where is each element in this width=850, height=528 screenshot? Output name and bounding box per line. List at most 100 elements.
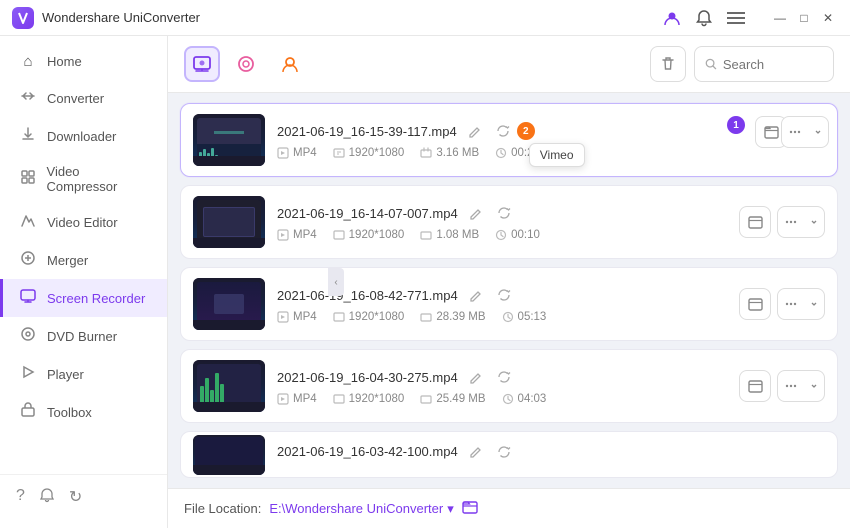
- sidebar-item-converter[interactable]: Converter: [0, 79, 167, 117]
- main-layout: ⌂ Home Converter Downloader Video Compre…: [0, 36, 850, 528]
- file-thumb-3: [193, 278, 265, 330]
- badge-count-1: 2: [517, 122, 535, 140]
- convert-icon-2[interactable]: [494, 203, 514, 223]
- file-info-3: 2021-06-19_16-08-42-771.mp4 MP4: [277, 285, 727, 323]
- dvd-icon: [19, 326, 37, 346]
- sidebar-label-compressor: Video Compressor: [47, 164, 151, 194]
- file-size-3: 28.39 MB: [436, 311, 485, 323]
- more-options-button-3[interactable]: [777, 288, 825, 320]
- save-folder-button-3[interactable]: [739, 288, 771, 320]
- sidebar-bottom: ? ↻: [0, 474, 167, 520]
- sidebar-label-toolbox: Toolbox: [47, 405, 92, 420]
- sidebar-collapse-arrow[interactable]: ‹: [328, 268, 344, 296]
- sidebar-item-home[interactable]: ⌂ Home: [0, 44, 167, 79]
- file-format-4: MP4: [293, 393, 317, 405]
- file-card-4: 2021-06-19_16-04-30-275.mp4 MP4: [180, 349, 838, 423]
- convert-icon-3[interactable]: [494, 285, 514, 305]
- help-icon[interactable]: ?: [16, 487, 25, 508]
- toolbox-icon: [19, 402, 37, 422]
- bottom-bar: File Location: E:\Wondershare UniConvert…: [168, 488, 850, 528]
- toolbar-actions: [650, 46, 834, 82]
- maximize-button[interactable]: □: [794, 8, 814, 28]
- file-card-1: ▬▬▬ 2: [180, 103, 838, 177]
- tab-record[interactable]: [184, 46, 220, 82]
- sidebar-item-player[interactable]: Player: [0, 355, 167, 393]
- sidebar-item-merger[interactable]: Merger: [0, 241, 167, 279]
- file-resolution-1: 1920*1080: [349, 147, 405, 159]
- editor-icon: [19, 212, 37, 232]
- content-area: ▬▬▬ 2: [168, 36, 850, 528]
- toolbar: [168, 36, 850, 93]
- file-meta-4: MP4 1920*1080 25.49 MB 04:03: [277, 393, 727, 405]
- sidebar-item-screen-recorder[interactable]: Screen Recorder: [0, 279, 167, 317]
- file-resolution-3: 1920*1080: [349, 311, 405, 323]
- file-path[interactable]: E:\Wondershare UniConverter ▾: [269, 501, 453, 517]
- file-actions-3: [739, 288, 825, 320]
- sidebar-label-screen-recorder: Screen Recorder: [47, 291, 145, 306]
- edit-icon-1[interactable]: [465, 121, 485, 141]
- home-icon: ⌂: [19, 53, 37, 70]
- file-card-2: 2021-06-19_16-14-07-007.mp4 MP4: [180, 185, 838, 259]
- save-folder-button-4[interactable]: [739, 370, 771, 402]
- file-size-1: 3.16 MB: [436, 147, 479, 159]
- search-input[interactable]: [723, 57, 823, 72]
- menu-button[interactable]: [722, 4, 750, 32]
- file-size-4: 25.49 MB: [436, 393, 485, 405]
- open-folder-button[interactable]: [462, 499, 478, 518]
- sidebar-item-downloader[interactable]: Downloader: [0, 117, 167, 155]
- file-format-2: MP4: [293, 229, 317, 241]
- file-name-1: 2021-06-19_16-15-39-117.mp4: [277, 124, 457, 139]
- screen-recorder-icon: [19, 288, 37, 308]
- badge-purple-1: 1: [727, 116, 745, 134]
- file-info-4: 2021-06-19_16-04-30-275.mp4 MP4: [277, 367, 727, 405]
- app-title: Wondershare UniConverter: [42, 10, 658, 25]
- file-name-5: 2021-06-19_16-03-42-100.mp4: [277, 444, 458, 459]
- file-format-1: MP4: [293, 147, 317, 159]
- convert-icon-4[interactable]: [494, 367, 514, 387]
- more-options-button-2[interactable]: [777, 206, 825, 238]
- downloader-icon: [19, 126, 37, 146]
- file-thumb-5: [193, 435, 265, 475]
- tab-avatar[interactable]: [272, 46, 308, 82]
- file-duration-2: 00:10: [511, 229, 540, 241]
- more-options-button-4[interactable]: [777, 370, 825, 402]
- convert-icon-1[interactable]: [493, 121, 513, 141]
- notification-button[interactable]: [690, 4, 718, 32]
- compressor-icon: [19, 169, 37, 189]
- file-thumb-1: ▬▬▬: [193, 114, 265, 166]
- close-button[interactable]: ✕: [818, 8, 838, 28]
- sidebar-item-video-editor[interactable]: Video Editor: [0, 203, 167, 241]
- tab-camera[interactable]: [228, 46, 264, 82]
- convert-icon-5[interactable]: [494, 442, 514, 462]
- edit-icon-5[interactable]: [466, 442, 486, 462]
- edit-icon-4[interactable]: [466, 367, 486, 387]
- sidebar-item-dvd-burner[interactable]: DVD Burner: [0, 317, 167, 355]
- file-meta-2: MP4 1920*1080 1.08 MB 00:10: [277, 229, 727, 241]
- edit-icon-2[interactable]: [466, 203, 486, 223]
- delete-button[interactable]: [650, 46, 686, 82]
- file-duration-4: 04:03: [518, 393, 547, 405]
- alert-icon[interactable]: [39, 487, 55, 508]
- sidebar-label-dvd: DVD Burner: [47, 329, 117, 344]
- sidebar-label-home: Home: [47, 54, 82, 69]
- edit-icon-3[interactable]: [466, 285, 486, 305]
- minimize-button[interactable]: —: [770, 8, 790, 28]
- file-location-label: File Location:: [184, 501, 261, 516]
- refresh-icon[interactable]: ↻: [69, 487, 82, 508]
- sidebar-item-video-compressor[interactable]: Video Compressor: [0, 155, 167, 203]
- file-format-3: MP4: [293, 311, 317, 323]
- sidebar: ⌂ Home Converter Downloader Video Compre…: [0, 36, 168, 528]
- file-actions-4: [739, 370, 825, 402]
- sidebar-label-merger: Merger: [47, 253, 88, 268]
- sidebar-item-toolbox[interactable]: Toolbox: [0, 393, 167, 431]
- file-list: ▬▬▬ 2: [168, 93, 850, 488]
- user-button[interactable]: [658, 4, 686, 32]
- file-info-5: 2021-06-19_16-03-42-100.mp4: [277, 442, 825, 468]
- file-name-2: 2021-06-19_16-14-07-007.mp4: [277, 206, 458, 221]
- file-info-2: 2021-06-19_16-14-07-007.mp4 MP4: [277, 203, 727, 241]
- file-thumb-2: [193, 196, 265, 248]
- sidebar-label-player: Player: [47, 367, 84, 382]
- more-options-button-1[interactable]: [781, 116, 829, 148]
- file-card-3: 2021-06-19_16-08-42-771.mp4 MP4: [180, 267, 838, 341]
- save-folder-button-2[interactable]: [739, 206, 771, 238]
